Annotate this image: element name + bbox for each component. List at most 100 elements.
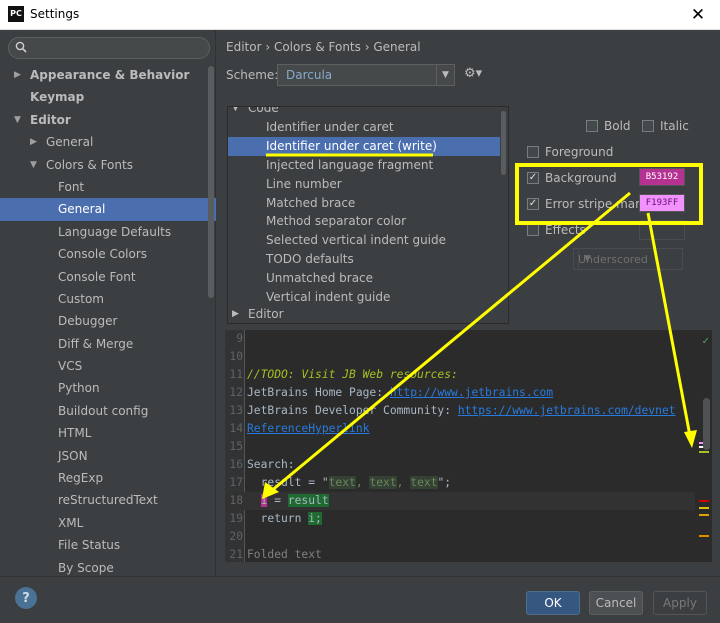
tree-item-custom[interactable]: Custom (0, 288, 216, 310)
attribute-list-item[interactable]: Line number (228, 175, 500, 194)
attribute-list-item[interactable]: Injected language fragment (228, 156, 500, 175)
tree-item-buildout-config[interactable]: Buildout config (0, 400, 216, 422)
cancel-button[interactable]: Cancel (589, 591, 643, 615)
checkbox-box (527, 146, 539, 158)
tree-item-python[interactable]: Python (0, 377, 216, 399)
attribute-list-item[interactable]: Identifier under caret (write) (228, 136, 500, 156)
code-line: 12 JetBrains Home Page: http://www.jetbra… (229, 386, 554, 399)
tree-item-font[interactable]: Font (0, 176, 216, 198)
tree-item-json[interactable]: JSON (0, 445, 216, 467)
error-stripe-checkbox[interactable]: ✓ Error stripe mark (527, 196, 647, 212)
scheme-label: Scheme: (226, 68, 279, 82)
list-group-label: Code (248, 106, 279, 115)
checkbox-box (642, 120, 654, 132)
tree-item-general[interactable]: General (0, 198, 216, 221)
attribute-list-item[interactable]: TODO defaults (228, 250, 500, 269)
tree-item-label: JSON (58, 448, 88, 463)
tree-item-xml[interactable]: XML (0, 512, 216, 534)
attribute-item-label: Unmatched brace (266, 271, 374, 286)
tree-item-html[interactable]: HTML (0, 422, 216, 444)
tree-item-vcs[interactable]: VCS (0, 355, 216, 377)
background-color-value: B53192 (645, 172, 679, 182)
tree-item-diff-merge[interactable]: Diff & Merge (0, 333, 216, 355)
tree-item-general[interactable]: ▶ General (0, 131, 216, 153)
attribute-list-scrollbar[interactable] (501, 111, 506, 175)
tree-item-language-defaults[interactable]: Language Defaults (0, 221, 216, 243)
tree-item-label: Colors & Fonts (46, 157, 133, 172)
tree-item-console-colors[interactable]: Console Colors (0, 243, 216, 265)
tree-item-file-status[interactable]: File Status (0, 534, 216, 556)
hyperlink[interactable]: https://www.jetbrains.com/devnet (458, 404, 676, 417)
effects-checkbox[interactable]: Effects (527, 222, 586, 238)
attribute-list-item[interactable]: Selected vertical indent guide (228, 231, 500, 250)
window-title: Settings (30, 7, 80, 21)
tree-item-console-font[interactable]: Console Font (0, 266, 216, 288)
tree-item-label: XML (58, 515, 84, 530)
tree-item-label: VCS (58, 359, 83, 374)
settings-tree: ▶ Appearance & Behavior Keymap ▼ Editor ▶ Gene… (0, 64, 216, 579)
tree-item-label: Console Font (58, 269, 136, 284)
editor-scrollbar[interactable] (703, 398, 710, 450)
tree-item-label: General (46, 135, 94, 150)
tree-item-label: File Status (58, 538, 121, 553)
scheme-select[interactable]: Darcula ▼ (277, 64, 455, 86)
scheme-gear-button[interactable]: ⚙▾ (464, 66, 484, 84)
attribute-item-label: Method separator color (266, 214, 407, 229)
tree-item-keymap[interactable]: Keymap (0, 86, 216, 108)
background-checkbox[interactable]: ✓ Background (527, 170, 617, 186)
tree-item-regexp[interactable]: RegExp (0, 467, 216, 489)
preview-editor[interactable]: 9 10 11//TODO: Visit JB Web resources: 1… (225, 330, 712, 562)
check-icon: ✓ (702, 334, 709, 347)
settings-search-box[interactable] (8, 37, 210, 59)
attribute-list-item[interactable]: Identifier under caret (228, 118, 500, 137)
tree-item-editor[interactable]: ▼ Editor (0, 109, 216, 131)
italic-label: Italic (660, 119, 689, 133)
reference-hyperlink[interactable]: ReferenceHyperlink (247, 422, 369, 435)
apply-button[interactable]: Apply (653, 591, 707, 615)
ok-button[interactable]: OK (526, 591, 580, 615)
foreground-checkbox[interactable]: Foreground (527, 144, 613, 160)
tree-item-colors-fonts[interactable]: ▼ Colors & Fonts (0, 154, 216, 176)
code-line: 13 JetBrains Developer Community: https:/… (229, 404, 676, 417)
effects-label: Effects (545, 223, 586, 237)
help-icon: ? (22, 590, 30, 606)
list-group-label: Editor (248, 307, 284, 321)
navigation-scrollbar[interactable] (208, 66, 214, 298)
tree-item-restructuredtext[interactable]: reStructuredText (0, 489, 216, 511)
attribute-list-item[interactable]: Unmatched brace (228, 269, 500, 288)
settings-search-input[interactable] (31, 40, 201, 56)
list-group-editor[interactable]: ▶ Editor (228, 305, 500, 323)
code-line: 14 ReferenceHyperlink (229, 422, 370, 435)
italic-checkbox[interactable]: Italic (642, 118, 689, 134)
background-color-swatch[interactable]: B53192 (639, 168, 685, 186)
tree-item-appearance-behavior[interactable]: ▶ Appearance & Behavior (0, 64, 216, 86)
attribute-list-item[interactable]: Method separator color (228, 212, 500, 231)
attribute-item-label: Selected vertical indent guide (266, 233, 447, 248)
help-button[interactable]: ? (15, 587, 37, 609)
code-line: 9 (236, 332, 243, 345)
checkmark-icon: ✓ (527, 172, 539, 184)
attribute-item-label: TODO defaults (266, 252, 354, 267)
tree-item-debugger[interactable]: Debugger (0, 310, 216, 332)
effects-color-swatch[interactable] (639, 220, 685, 240)
code-line: 21 Folded text (229, 548, 322, 561)
tree-item-label: Debugger (58, 314, 118, 329)
tree-item-label: Console Colors (58, 247, 148, 262)
tree-item-label: Font (58, 179, 85, 194)
close-icon: ✕ (690, 5, 706, 25)
code-line: 11//TODO: Visit JB Web resources: (229, 368, 458, 381)
code-line: 10 (229, 350, 243, 363)
error-stripe-color-swatch[interactable]: F193FF (639, 194, 685, 212)
chevron-down-icon: ▼ (578, 249, 596, 269)
close-button[interactable]: ✕ (676, 0, 720, 30)
list-group-code[interactable]: ▼ Code (228, 106, 500, 118)
stripe-mark (699, 535, 709, 537)
tree-item-label: Editor (30, 112, 71, 127)
bold-checkbox[interactable]: Bold (586, 118, 631, 134)
attribute-list-item[interactable]: Matched brace (228, 194, 500, 213)
chevron-right-icon: ▶ (14, 70, 21, 80)
settings-navigation: ▶ Appearance & Behavior Keymap ▼ Editor ▶ Gene… (0, 30, 216, 576)
chevron-down-icon: ▼ (232, 106, 239, 113)
hyperlink[interactable]: http://www.jetbrains.com (390, 386, 553, 399)
effects-type-select[interactable]: Underscored ▼ (573, 248, 683, 270)
